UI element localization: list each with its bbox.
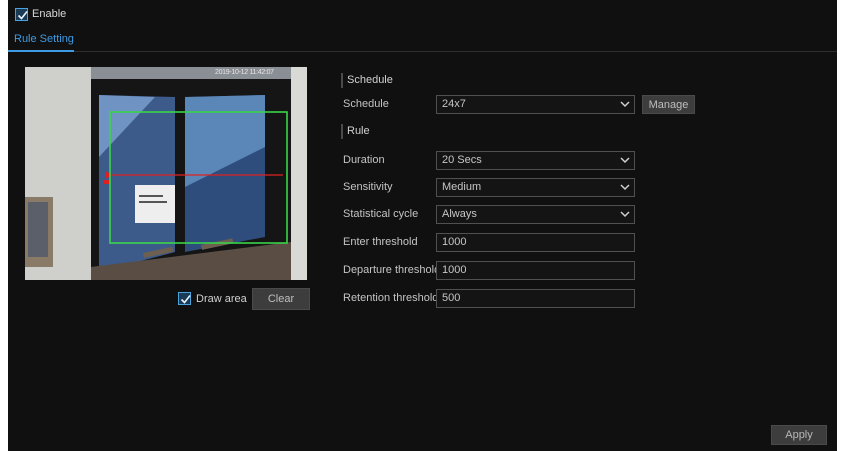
chevron-down-icon (620, 101, 630, 108)
schedule-section-title: Schedule (341, 73, 393, 88)
duration-select[interactable]: 20 Secs (436, 151, 635, 170)
tab-active-indicator (8, 50, 74, 52)
enter-threshold-input[interactable]: 1000 (436, 233, 635, 252)
chevron-down-icon (620, 157, 630, 164)
duration-value: 20 Secs (442, 154, 482, 166)
statistical-cycle-select[interactable]: Always (436, 205, 635, 224)
checkbox-checked-icon (180, 295, 191, 304)
manage-button[interactable]: Manage (642, 95, 695, 114)
camera-timestamp: 2019-10-12 11:42:07 (215, 69, 274, 76)
sensitivity-value: Medium (442, 181, 482, 193)
settings-panel: Enable Rule Setting IP 2019-10-12 11:42:… (8, 0, 837, 451)
draw-area-checkbox[interactable] (178, 292, 191, 305)
enable-row[interactable]: Enable (15, 6, 66, 22)
draw-area-label: Draw area (196, 292, 247, 305)
enable-checkbox[interactable] (15, 7, 28, 21)
clear-button[interactable]: Clear (252, 288, 310, 310)
schedule-select[interactable]: 24x7 (436, 95, 635, 114)
departure-threshold-input[interactable]: 1000 (436, 261, 635, 280)
enable-label: Enable (32, 8, 67, 20)
schedule-label: Schedule (343, 98, 389, 110)
camera-preview[interactable]: IP 2019-10-12 11:42:07 (25, 67, 307, 280)
departure-threshold-label: Departure threshold (343, 264, 441, 276)
retention-threshold-label: Retention threshold (343, 292, 439, 304)
camera-scene (25, 67, 307, 280)
sensitivity-label: Sensitivity (343, 181, 393, 193)
rule-section-title: Rule (341, 124, 370, 139)
statistical-cycle-label: Statistical cycle (343, 208, 419, 220)
tab-rule-setting[interactable]: Rule Setting (14, 33, 74, 45)
statistical-cycle-value: Always (442, 208, 477, 220)
retention-threshold-input[interactable]: 500 (436, 289, 635, 308)
chevron-down-icon (620, 184, 630, 191)
chevron-down-icon (620, 211, 630, 218)
sensitivity-select[interactable]: Medium (436, 178, 635, 197)
checkbox-checked-icon (17, 10, 28, 20)
tab-divider (8, 51, 837, 52)
camera-channel-label: IP (29, 70, 37, 79)
draw-area-toggle[interactable]: Draw area (178, 292, 247, 305)
enter-threshold-label: Enter threshold (343, 236, 418, 248)
duration-label: Duration (343, 154, 385, 166)
apply-button[interactable]: Apply (771, 425, 827, 445)
schedule-value: 24x7 (442, 98, 466, 110)
